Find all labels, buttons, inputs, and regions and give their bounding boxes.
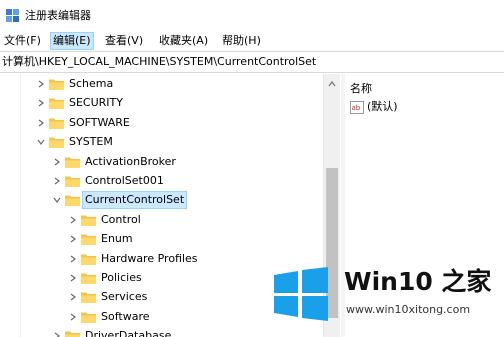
tree-node-label[interactable]: Schema: [67, 76, 115, 92]
chevron-down-icon[interactable]: [52, 195, 62, 205]
folder-icon: [81, 292, 96, 304]
folder-icon: [49, 98, 64, 110]
chevron-right-icon[interactable]: [68, 215, 78, 225]
tree-node[interactable]: SYSTEM: [0, 133, 323, 152]
address-bar[interactable]: 计算机\HKEY_LOCAL_MACHINE\SYSTEM\CurrentCon…: [0, 51, 504, 73]
windows-logo-icon: [274, 267, 328, 321]
menu-file[interactable]: 文件(F): [2, 33, 43, 49]
folder-icon: [81, 312, 96, 323]
tree-node[interactable]: ControlSet001: [0, 172, 323, 191]
tree-node[interactable]: DriverDatabase: [0, 327, 323, 337]
tree-node-label[interactable]: SYSTEM: [67, 134, 115, 150]
tree-node[interactable]: Control: [0, 211, 323, 230]
folder-icon: [81, 234, 96, 246]
tree-node-label[interactable]: SOFTWARE: [67, 115, 132, 131]
chevron-right-icon[interactable]: [68, 292, 78, 302]
tree-node[interactable]: ActivationBroker: [0, 153, 323, 172]
value-name-default[interactable]: (默认): [367, 100, 398, 114]
menu-edit[interactable]: 编辑(E): [50, 32, 94, 50]
scroll-up-arrow-icon[interactable]: [328, 80, 336, 88]
chevron-right-icon[interactable]: [68, 273, 78, 283]
tree-node-label[interactable]: Hardware Profiles: [99, 251, 200, 267]
registry-editor-icon: [6, 9, 19, 22]
window-title: 注册表编辑器: [25, 9, 91, 22]
folder-icon: [65, 157, 80, 168]
tree-node-label[interactable]: Software: [99, 309, 152, 325]
tree-node[interactable]: CurrentControlSet: [0, 191, 323, 210]
chevron-right-icon[interactable]: [52, 331, 62, 337]
folder-icon: [65, 195, 80, 207]
column-header-name[interactable]: 名称: [350, 80, 372, 96]
tree-node[interactable]: SOFTWARE: [0, 114, 323, 133]
folder-icon: [49, 137, 64, 149]
folder-icon: [81, 215, 96, 226]
address-path[interactable]: 计算机\HKEY_LOCAL_MACHINE\SYSTEM\CurrentCon…: [2, 55, 316, 69]
folder-icon: [65, 176, 80, 187]
folder-icon: [65, 331, 80, 337]
chevron-right-icon[interactable]: [36, 118, 46, 128]
watermark-url: www.win10xitong.com: [346, 303, 471, 316]
menu-favorites[interactable]: 收藏夹(A): [157, 33, 210, 49]
tree-node[interactable]: SECURITY: [0, 94, 323, 113]
tree-node-label[interactable]: DriverDatabase: [83, 328, 173, 337]
menu-view[interactable]: 查看(V): [103, 33, 145, 49]
chevron-right-icon[interactable]: [52, 176, 62, 186]
tree-node-label[interactable]: Control: [99, 212, 143, 228]
site-watermark: Win10 之家 www.win10xitong.com: [272, 265, 504, 325]
tree-node-label[interactable]: Services: [99, 289, 149, 305]
tree-node-label[interactable]: ControlSet001: [83, 173, 166, 189]
tree-node-label[interactable]: Enum: [99, 231, 135, 247]
chevron-right-icon[interactable]: [68, 312, 78, 322]
folder-icon: [81, 254, 96, 265]
tree-node-label[interactable]: SECURITY: [67, 95, 125, 111]
tree-node-label[interactable]: ActivationBroker: [83, 154, 178, 170]
tree-node-label[interactable]: CurrentControlSet: [81, 191, 188, 210]
tree-node[interactable]: Enum: [0, 230, 323, 249]
folder-icon: [81, 273, 96, 284]
chevron-right-icon[interactable]: [68, 254, 78, 264]
title-bar: 注册表编辑器: [0, 0, 504, 32]
chevron-right-icon[interactable]: [36, 79, 46, 89]
tree-node[interactable]: Schema: [0, 75, 323, 94]
watermark-brand: Win10 之家: [344, 267, 492, 296]
chevron-right-icon[interactable]: [52, 157, 62, 167]
folder-icon: [49, 118, 64, 129]
tree-node-label[interactable]: Policies: [99, 270, 144, 286]
menu-bar: 文件(F) 编辑(E) 查看(V) 收藏夹(A) 帮助(H): [0, 32, 504, 50]
menu-help[interactable]: 帮助(H): [220, 33, 263, 49]
folder-icon: [49, 79, 64, 90]
chevron-right-icon[interactable]: [36, 98, 46, 108]
svg-text:ab: ab: [352, 104, 361, 112]
chevron-down-icon[interactable]: [36, 137, 46, 147]
string-value-icon: ab: [350, 101, 364, 114]
chevron-right-icon[interactable]: [68, 234, 78, 244]
